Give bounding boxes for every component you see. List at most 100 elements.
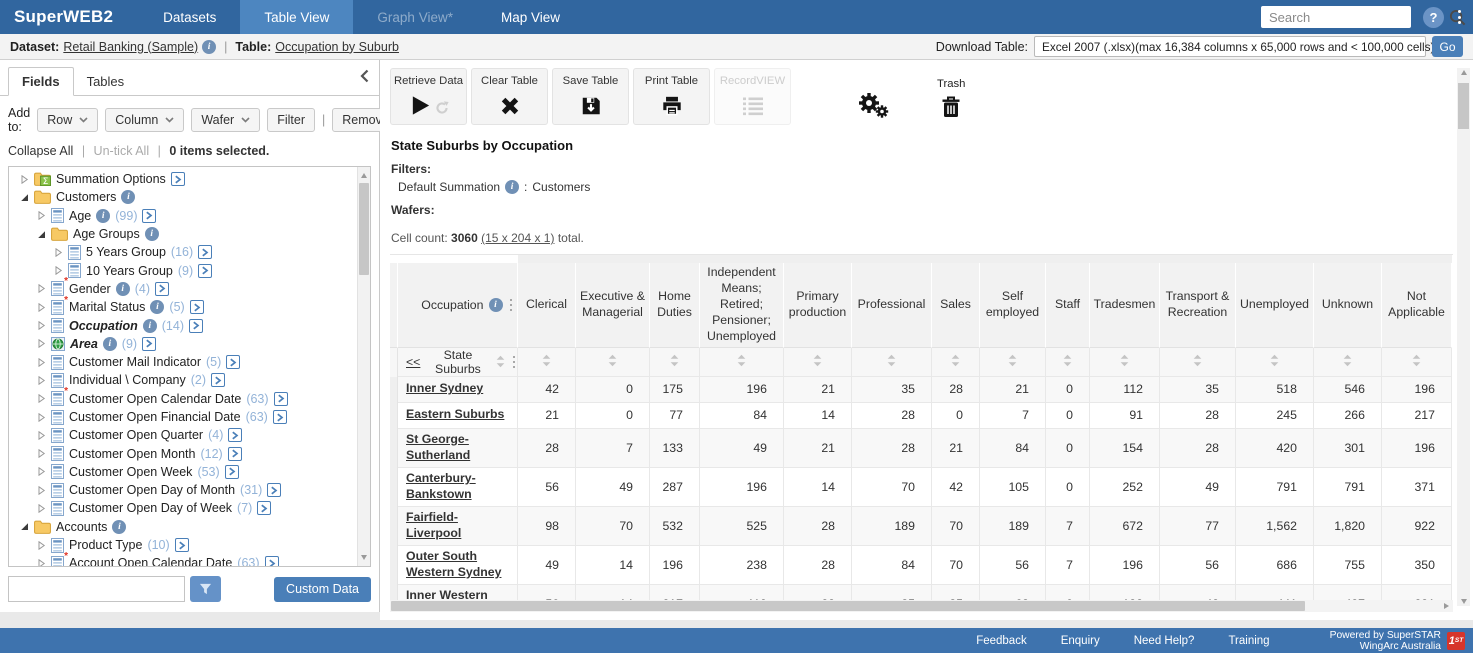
footer-link-feedback[interactable]: Feedback xyxy=(976,635,1027,647)
data-cell[interactable]: 105 xyxy=(980,468,1046,507)
scroll-down-icon[interactable] xyxy=(1457,599,1470,604)
tree-item-customer-open-quarter[interactable]: Customer Open Quarter(4) xyxy=(9,426,357,444)
data-cell[interactable]: 21 xyxy=(932,429,980,468)
column-header-self-employed[interactable]: Self employed xyxy=(980,263,1046,348)
save-table-button[interactable]: Save Table xyxy=(552,68,629,125)
data-cell[interactable]: 7 xyxy=(1046,546,1090,585)
tree-item-customer-open-calendar-date[interactable]: *Customer Open Calendar Date(63) xyxy=(9,390,357,408)
row-header-link[interactable]: St George-Sutherland xyxy=(406,432,470,462)
collapse-node-icon[interactable] xyxy=(36,230,46,239)
sidebar-tab-tables[interactable]: Tables xyxy=(74,68,138,95)
tree-item-5-years-group[interactable]: 5 Years Group(16) xyxy=(9,243,357,261)
add-to-column-button[interactable]: Column xyxy=(105,108,184,132)
nav-tab-datasets[interactable]: Datasets xyxy=(139,0,240,34)
info-icon[interactable]: i xyxy=(150,300,164,314)
data-cell[interactable]: 287 xyxy=(650,468,700,507)
expand-node-icon[interactable] xyxy=(36,376,46,385)
tree-item-individual-company[interactable]: Individual \ Company(2) xyxy=(9,371,357,389)
footer-link-training[interactable]: Training xyxy=(1228,635,1269,647)
clear-table-button[interactable]: Clear Table xyxy=(471,68,548,125)
column-header-sales[interactable]: Sales xyxy=(932,263,980,348)
column-sort-cell[interactable] xyxy=(518,348,576,377)
data-cell[interactable]: 70 xyxy=(852,468,932,507)
column-sort-cell[interactable] xyxy=(1314,348,1382,377)
trash-button[interactable]: Trash xyxy=(937,68,965,125)
data-cell[interactable]: 0 xyxy=(1046,377,1090,403)
data-cell[interactable]: 196 xyxy=(1090,546,1160,585)
tree-item-customer-open-month[interactable]: Customer Open Month(12) xyxy=(9,444,357,462)
column-header-professional[interactable]: Professional xyxy=(852,263,932,348)
row-header-link[interactable]: Canterbury-Bankstown xyxy=(406,471,476,501)
info-icon[interactable]: i xyxy=(489,298,503,312)
data-cell[interactable]: 28 xyxy=(784,507,852,546)
custom-data-button[interactable]: Custom Data xyxy=(274,577,371,602)
data-cell[interactable]: 672 xyxy=(1090,507,1160,546)
collapse-node-icon[interactable] xyxy=(19,522,29,531)
expand-node-icon[interactable] xyxy=(36,504,46,513)
info-icon[interactable]: i xyxy=(121,190,135,204)
collapse-all-link[interactable]: Collapse All xyxy=(8,144,73,158)
data-cell[interactable]: 84 xyxy=(980,429,1046,468)
column-header-not-applicable[interactable]: Not Applicable xyxy=(1382,263,1452,348)
data-cell[interactable]: 0 xyxy=(1046,468,1090,507)
data-cell[interactable]: 371 xyxy=(1382,468,1452,507)
row-axis-header[interactable]: <<State Suburbs xyxy=(398,348,518,377)
data-cell[interactable]: 42 xyxy=(518,377,576,403)
data-cell[interactable]: 35 xyxy=(852,377,932,403)
data-cell[interactable]: 154 xyxy=(1090,429,1160,468)
add-to-wafer-button[interactable]: Wafer xyxy=(191,108,260,132)
help-icon[interactable]: ? xyxy=(1423,7,1444,28)
field-actions-button[interactable] xyxy=(226,355,240,369)
data-cell[interactable]: 56 xyxy=(518,468,576,507)
footer-link-enquiry[interactable]: Enquiry xyxy=(1061,635,1100,647)
field-actions-button[interactable] xyxy=(198,264,212,278)
tree-item-account-open-calendar-date[interactable]: *Account Open Calendar Date(63) xyxy=(9,554,357,566)
tree-item-customer-open-day-of-month[interactable]: Customer Open Day of Month(31) xyxy=(9,481,357,499)
data-cell[interactable]: 42 xyxy=(932,468,980,507)
expand-node-icon[interactable] xyxy=(36,559,46,566)
field-actions-button[interactable] xyxy=(228,428,242,442)
row-header-link[interactable]: Eastern Suburbs xyxy=(406,407,504,421)
data-cell[interactable]: 217 xyxy=(1382,403,1452,429)
column-header-unknown[interactable]: Unknown xyxy=(1314,263,1382,348)
sidebar-tab-fields[interactable]: Fields xyxy=(8,67,74,96)
column-sort-cell[interactable] xyxy=(932,348,980,377)
data-cell[interactable]: 21 xyxy=(980,377,1046,403)
data-cell[interactable]: 28 xyxy=(852,429,932,468)
data-cell[interactable]: 84 xyxy=(700,403,784,429)
column-header-unemployed[interactable]: Unemployed xyxy=(1236,263,1314,348)
tree-item-customer-open-day-of-week[interactable]: Customer Open Day of Week(7) xyxy=(9,499,357,517)
data-cell[interactable]: 14 xyxy=(576,546,650,585)
data-cell[interactable]: 21 xyxy=(784,377,852,403)
data-cell[interactable]: 196 xyxy=(700,377,784,403)
column-header-home-duties[interactable]: Home Duties xyxy=(650,263,700,348)
column-sort-cell[interactable] xyxy=(784,348,852,377)
row-header-link[interactable]: Fairfield-Liverpool xyxy=(406,510,461,540)
data-cell[interactable]: 28 xyxy=(852,403,932,429)
tree-item-customer-open-financial-date[interactable]: Customer Open Financial Date(63) xyxy=(9,408,357,426)
data-cell[interactable]: 175 xyxy=(650,377,700,403)
tree-item-age-groups[interactable]: Age Groupsi xyxy=(9,225,357,243)
expand-node-icon[interactable] xyxy=(36,467,46,476)
filter-fields-button[interactable] xyxy=(190,576,221,602)
expand-node-icon[interactable] xyxy=(36,431,46,440)
data-cell[interactable]: 56 xyxy=(1160,546,1236,585)
info-icon[interactable]: i xyxy=(96,209,110,223)
data-cell[interactable]: 14 xyxy=(784,468,852,507)
field-actions-button[interactable] xyxy=(257,501,271,515)
expand-node-icon[interactable] xyxy=(36,358,46,367)
collapse-node-icon[interactable] xyxy=(19,193,29,202)
field-actions-button[interactable] xyxy=(265,556,279,566)
data-cell[interactable]: 791 xyxy=(1236,468,1314,507)
tree-item-customer-mail-indicator[interactable]: Customer Mail Indicator(5) xyxy=(9,353,357,371)
data-cell[interactable]: 0 xyxy=(932,403,980,429)
field-actions-button[interactable] xyxy=(142,209,156,223)
nav-tab-map-view[interactable]: Map View xyxy=(477,0,584,34)
column-sort-cell[interactable] xyxy=(980,348,1046,377)
field-actions-button[interactable] xyxy=(228,447,242,461)
tree-item-product-type[interactable]: Product Type(10) xyxy=(9,536,357,554)
tree-item-accounts[interactable]: Accountsi xyxy=(9,518,357,536)
info-icon[interactable]: i xyxy=(505,180,519,194)
untick-all-link[interactable]: Un-tick All xyxy=(94,144,150,158)
go-button[interactable]: Go xyxy=(1432,36,1463,57)
